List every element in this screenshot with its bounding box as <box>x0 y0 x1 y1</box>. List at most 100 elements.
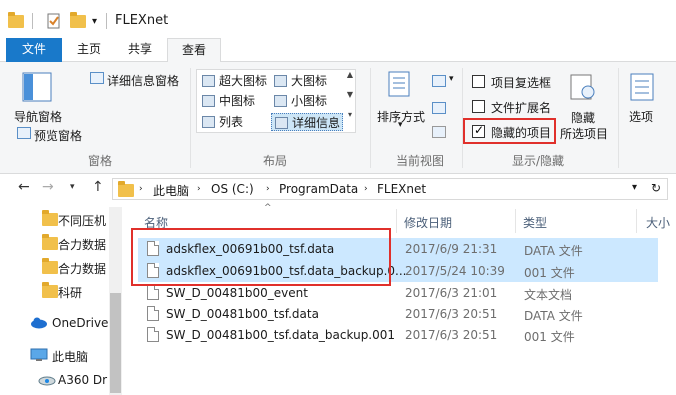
group-label-current-view: 当前视图 <box>395 154 444 168</box>
breadcrumb-chevron-icon[interactable]: › <box>266 184 270 194</box>
file-row[interactable]: SW_D_00481b00_tsf.data_backup.001 2017/6… <box>138 324 658 346</box>
quick-access-dropdown-icon[interactable]: ▾ <box>92 12 97 30</box>
breadcrumb-flexnet[interactable]: FLEXnet <box>377 182 426 196</box>
refresh-icon[interactable]: ↻ <box>651 181 661 195</box>
recent-locations-chevron-icon[interactable]: ▾ <box>70 182 75 192</box>
gallery-scroll-down-icon[interactable]: ▼ <box>345 90 355 110</box>
computer-icon <box>30 348 48 365</box>
layout-extra-large-icons[interactable]: 超大图标 <box>199 72 271 90</box>
address-folder-icon <box>118 181 134 197</box>
nav-item-folder[interactable]: 科研 <box>0 279 110 303</box>
nav-item-folder[interactable]: 合力数据 <box>0 255 110 279</box>
breadcrumb-programdata[interactable]: ProgramData <box>279 182 358 196</box>
cloud-icon <box>30 317 48 332</box>
column-header-modified[interactable]: 修改日期 <box>404 214 452 231</box>
column-separator[interactable] <box>636 209 637 233</box>
file-type: 001 文件 <box>524 266 575 280</box>
file-name: SW_D_00481b00_tsf.data_backup.001 <box>166 328 396 342</box>
details-pane-button[interactable]: 详细信息窗格 <box>107 72 179 89</box>
layout-details[interactable]: 详细信息 <box>271 113 343 131</box>
file-icon <box>147 306 159 321</box>
details-icon <box>275 117 288 129</box>
list-icon <box>202 116 215 128</box>
file-extensions-checkbox[interactable] <box>472 100 485 113</box>
folder-icon <box>42 282 58 298</box>
size-columns-icon[interactable] <box>432 126 446 138</box>
column-separator[interactable] <box>396 209 397 233</box>
hide-selected-items-icon[interactable] <box>568 72 598 105</box>
add-columns-icon[interactable] <box>432 102 446 114</box>
file-row[interactable]: SW_D_00481b00_tsf.data 2017/6/3 20:51 DA… <box>138 303 658 325</box>
item-checkboxes-checkbox[interactable] <box>472 75 485 88</box>
window-folder-icon <box>8 11 24 30</box>
highlight-box-files <box>131 228 391 286</box>
group-by-dropdown-icon[interactable]: ▾ <box>449 74 454 84</box>
sort-by-icon[interactable] <box>385 70 415 105</box>
separator <box>32 12 33 30</box>
options-button[interactable]: 选项 <box>629 108 653 125</box>
address-dropdown-icon[interactable]: ▾ <box>632 182 637 193</box>
nav-item-folder[interactable]: 合力数据 <box>0 231 110 255</box>
address-row: ← → ▾ ↑ › 此电脑 › OS (C:) › ProgramData › … <box>0 175 676 202</box>
forward-arrow-icon[interactable]: → <box>42 179 54 195</box>
layout-large-icons[interactable]: 大图标 <box>271 72 343 90</box>
tab-share[interactable]: 共享 <box>116 38 164 62</box>
breadcrumb-chevron-icon[interactable]: › <box>197 184 201 194</box>
gallery-expand-icon[interactable]: ▾ <box>345 110 355 130</box>
sort-by-dropdown-icon[interactable]: ▾ <box>398 120 403 130</box>
layout-small-icons[interactable]: 小图标 <box>271 92 343 110</box>
navigation-pane-button[interactable]: 导航窗格 <box>14 108 62 125</box>
navigation-pane-icon[interactable] <box>22 72 52 105</box>
folder-icon <box>42 210 58 226</box>
breadcrumb-os-c[interactable]: OS (C:) <box>211 182 254 196</box>
hide-selected-line2[interactable]: 所选项目 <box>560 125 608 142</box>
sort-ascending-icon: ^ <box>264 203 272 213</box>
group-separator <box>618 68 619 168</box>
nav-item-folder[interactable]: 不同压机 <box>0 207 110 231</box>
nav-item-a360-drive[interactable]: A360 Dr <box>0 368 110 392</box>
file-icon <box>147 285 159 300</box>
drive-icon <box>38 373 56 390</box>
properties-icon[interactable] <box>46 12 62 30</box>
details-pane-icon <box>90 72 104 84</box>
group-by-icon[interactable] <box>432 75 446 87</box>
gallery-scroll-up-icon[interactable]: ▲ <box>345 70 355 90</box>
group-separator <box>190 68 191 168</box>
tab-file[interactable]: 文件 <box>6 38 62 62</box>
address-bar[interactable]: › 此电脑 › OS (C:) › ProgramData › FLEXnet … <box>112 178 668 200</box>
column-separator[interactable] <box>515 209 516 233</box>
preview-pane-icon <box>17 127 31 139</box>
folder-icon <box>42 258 58 274</box>
file-type: 文本文档 <box>524 288 573 302</box>
extra-large-icons-icon <box>202 75 215 87</box>
hide-selected-line1[interactable]: 隐藏 <box>571 109 595 126</box>
layout-list[interactable]: 列表 <box>199 113 271 131</box>
up-arrow-icon[interactable]: ↑ <box>92 179 104 195</box>
ribbon-tabs: 文件 主页 共享 查看 <box>0 38 676 63</box>
preview-pane-button[interactable]: 预览窗格 <box>34 127 82 144</box>
breadcrumb-chevron-icon[interactable]: › <box>139 184 143 194</box>
nav-scrollbar-thumb[interactable] <box>110 293 121 393</box>
tab-home[interactable]: 主页 <box>68 38 110 62</box>
column-header-type[interactable]: 类型 <box>523 214 547 231</box>
group-separator <box>370 68 371 168</box>
file-date: 2017/5/24 10:39 <box>405 264 505 278</box>
group-label-panes: 窗格 <box>87 154 112 168</box>
layout-medium-icons[interactable]: 中图标 <box>199 92 271 110</box>
back-arrow-icon[interactable]: ← <box>18 179 30 195</box>
tab-view[interactable]: 查看 <box>167 38 221 63</box>
breadcrumb-this-pc[interactable]: 此电脑 <box>153 182 189 199</box>
item-checkboxes-label: 项目复选框 <box>491 76 552 90</box>
breadcrumb-chevron-icon[interactable]: › <box>364 184 368 194</box>
group-label-show-hide: 显示/隐藏 <box>511 154 565 168</box>
new-folder-icon[interactable] <box>70 11 86 30</box>
nav-item-onedrive[interactable]: OneDrive <box>0 311 110 335</box>
file-type: 001 文件 <box>524 330 575 344</box>
file-date: 2017/6/3 21:01 <box>405 286 498 300</box>
nav-item-this-pc[interactable]: 此电脑 <box>0 343 110 367</box>
navigation-pane: 不同压机 合力数据 合力数据 科研 OneDrive 此电脑 A360 Dr <box>0 203 124 395</box>
ribbon-view: 导航窗格 预览窗格 详细信息窗格 窗格 超大图标 大图标 中图标 小图标 列表 … <box>0 62 676 174</box>
file-extensions-label: 文件扩展名 <box>491 101 552 115</box>
options-icon[interactable] <box>629 72 657 105</box>
column-header-size[interactable]: 大小 <box>646 214 670 231</box>
